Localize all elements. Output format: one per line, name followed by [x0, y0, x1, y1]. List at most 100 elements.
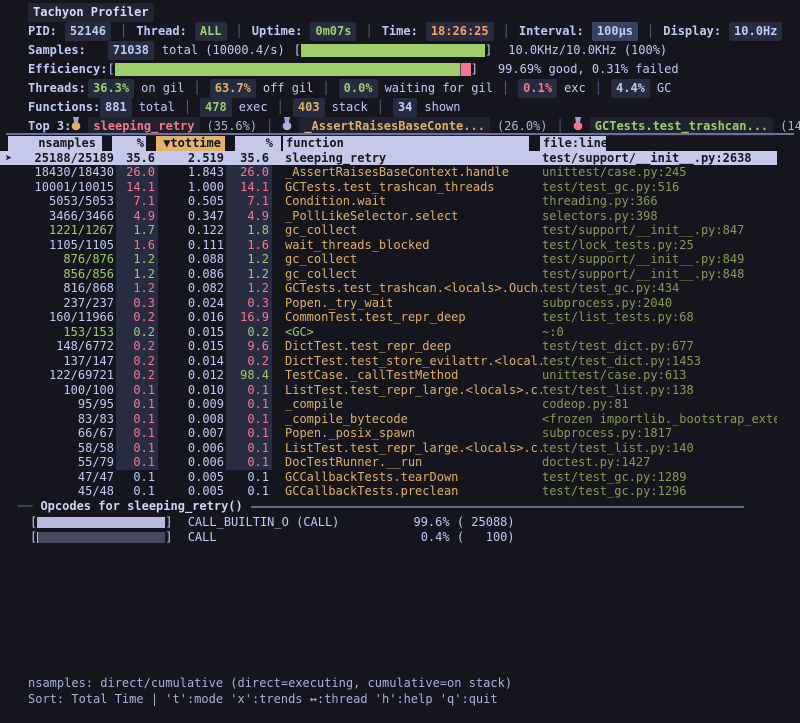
table-row[interactable]: ➤25188/2518935.62.51935.6sleeping_retryt…	[0, 151, 777, 166]
table-row[interactable]: 876/8761.20.0881.2gc_collecttest/support…	[0, 252, 777, 267]
cell-file-line: threading.py:366	[542, 194, 777, 209]
table-row[interactable]: 45/480.10.0050.1GCCallbackTests.preclean…	[0, 484, 777, 499]
table-row[interactable]: 100/1000.10.0100.1ListTest.test_repr_lar…	[0, 383, 777, 398]
table-row[interactable]: 160/119660.20.01616.9CommonTest.test_rep…	[0, 310, 777, 325]
table-row[interactable]: 1105/11051.60.1111.6wait_threads_blocked…	[0, 238, 777, 253]
table-row[interactable]: 137/1470.20.0140.2DictTest.test_store_ev…	[0, 354, 777, 369]
status-label: Thread:	[136, 22, 187, 41]
cell-percent-cumulative: 0.1	[226, 441, 272, 456]
cell-file-line: test/lock_tests.py:25	[542, 238, 777, 253]
cell-nsamples: 1105/1105	[0, 238, 116, 253]
cell-percent-cumulative: 9.6	[226, 339, 272, 354]
samples-suffix: total (10000.4/s)	[162, 41, 285, 60]
cell-gap	[272, 238, 285, 253]
cell-file-line: test/test_list.py:138	[542, 383, 777, 398]
stat-text: on gil	[141, 79, 184, 98]
cell-function-name: gc_collect	[285, 267, 542, 282]
table-row[interactable]: 58/580.10.0060.1ListTest.test_repr_large…	[0, 441, 777, 456]
cell-nsamples: 10001/10015	[0, 180, 116, 195]
table-row[interactable]: 55/790.10.0060.1DocTestRunner.__rundocte…	[0, 455, 777, 470]
cell-function-name: sleeping_retry	[285, 151, 542, 166]
table-row[interactable]: 5053/50537.10.5057.1Condition.waitthread…	[0, 194, 777, 209]
header-nsamples[interactable]: nsamples	[8, 136, 102, 151]
header-pct1[interactable]: %	[112, 136, 146, 151]
cell-tottime: 0.009	[158, 397, 226, 412]
cell-percent-direct: 1.6	[116, 238, 158, 253]
table-row[interactable]: 856/8561.20.0861.2gc_collecttest/support…	[0, 267, 777, 282]
table-row[interactable]: 816/8681.20.0821.2GCTests.test_trashcan.…	[0, 281, 777, 296]
stat-value: 4.4%	[611, 79, 650, 98]
separator: │	[236, 22, 243, 41]
table-header-row: nsamples % ▼tottime % function file:line	[0, 136, 777, 151]
opcodes-title: Opcodes for sleeping_retry()	[40, 499, 242, 515]
cell-nsamples: 122/69721	[0, 368, 116, 383]
opcode-bar-fill	[37, 517, 164, 528]
cell-gap	[272, 470, 285, 485]
cell-nsamples: 3466/3466	[0, 209, 116, 224]
cell-nsamples: 83/83	[0, 412, 116, 427]
cell-gap	[272, 484, 285, 499]
opcode-bar-open: [	[30, 530, 37, 546]
cell-function-name: Condition.wait	[285, 194, 542, 209]
cell-gap	[272, 368, 285, 383]
table-row[interactable]: 237/2370.30.0240.3Popen._try_waitsubproc…	[0, 296, 777, 311]
cell-file-line: test/test_gc.py:1289	[542, 470, 777, 485]
samples-label: Samples:	[28, 41, 86, 60]
cell-tottime: 0.008	[158, 412, 226, 427]
cell-tottime: 0.082	[158, 281, 226, 296]
table-row[interactable]: 148/67720.20.0159.6DictTest.test_repr_de…	[0, 339, 777, 354]
separator: │	[322, 79, 329, 98]
opcode-bar-close: ]	[165, 530, 172, 546]
table-row[interactable]: 66/670.10.0070.1Popen._posix_spawnsubpro…	[0, 426, 777, 441]
cell-percent-cumulative: 0.1	[226, 412, 272, 427]
opcode-percentage: 99.6% ( 25088)	[413, 515, 514, 531]
cell-tottime: 0.010	[158, 383, 226, 398]
header-tottime-sorted[interactable]: ▼tottime	[156, 136, 225, 151]
cell-percent-direct: 0.1	[116, 441, 158, 456]
header-pct2[interactable]: %	[235, 136, 281, 151]
cell-nsamples: 45/48	[0, 484, 116, 499]
cell-function-name: DictTest.test_store_evilattr.<local...	[285, 354, 542, 369]
cell-tottime: 0.016	[158, 310, 226, 325]
cell-tottime: 0.005	[158, 484, 226, 499]
table-row[interactable]: 122/697210.20.01298.4TestCase._callTestM…	[0, 368, 777, 383]
cell-tottime: 0.007	[158, 426, 226, 441]
cell-gap	[272, 354, 285, 369]
opcode-row: [] CALL 0.4% ( 100)	[18, 530, 748, 546]
threads-line-label: Threads:	[28, 79, 88, 98]
cell-nsamples: 66/67	[0, 426, 116, 441]
stat-text: exc	[564, 79, 586, 98]
header-function[interactable]: function	[283, 136, 529, 151]
table-row[interactable]: 18430/1843026.01.84326.0_AssertRaisesBas…	[0, 165, 777, 180]
table-row[interactable]: 1221/12671.70.1221.8gc_collecttest/suppo…	[0, 223, 777, 238]
cell-function-name: Popen._posix_spawn	[285, 426, 542, 441]
opcode-bar	[37, 517, 165, 528]
cell-gap	[272, 310, 285, 325]
header-file-line[interactable]: file:line	[540, 136, 606, 151]
table-row[interactable]: 83/830.10.0080.1_compile_bytecode<frozen…	[0, 412, 777, 427]
app-title: Tachyon Profiler	[28, 3, 154, 22]
cell-nsamples: 153/153	[0, 325, 116, 340]
table-row[interactable]: 153/1530.20.0150.2<GC>~:0	[0, 325, 777, 340]
table-row[interactable]: 95/950.10.0090.1_compilecodeop.py:81	[0, 397, 777, 412]
cell-nsamples: 58/58	[0, 441, 116, 456]
cell-percent-direct: 7.1	[116, 194, 158, 209]
efficiency-label: Efficiency:	[28, 60, 107, 79]
table-row[interactable]: 10001/1001514.11.00014.1GCTests.test_tra…	[0, 180, 777, 195]
cell-file-line: test/list_tests.py:68	[542, 310, 777, 325]
cell-file-line: test/support/__init__.py:847	[542, 223, 777, 238]
stat-text: shown	[424, 98, 460, 117]
cell-file-line: test/test_dict.py:677	[542, 339, 777, 354]
samples-bar-close: ]	[485, 41, 492, 60]
cell-tottime: 0.347	[158, 209, 226, 224]
cell-function-name: ListTest.test_repr_large.<locals>.c...	[285, 441, 542, 456]
cell-gap	[272, 412, 285, 427]
cell-tottime: 0.014	[158, 354, 226, 369]
cell-tottime: 0.505	[158, 194, 226, 209]
table-row[interactable]: 3466/34664.90.3474.9_PollLikeSelector.se…	[0, 209, 777, 224]
table-row[interactable]: 47/470.10.0050.1GCCallbackTests.tearDown…	[0, 470, 777, 485]
stat-text: exec	[239, 98, 268, 117]
stat-value: 63.7%	[210, 79, 256, 98]
cell-tottime: 0.006	[158, 441, 226, 456]
samples-bar-open: [	[294, 41, 301, 60]
